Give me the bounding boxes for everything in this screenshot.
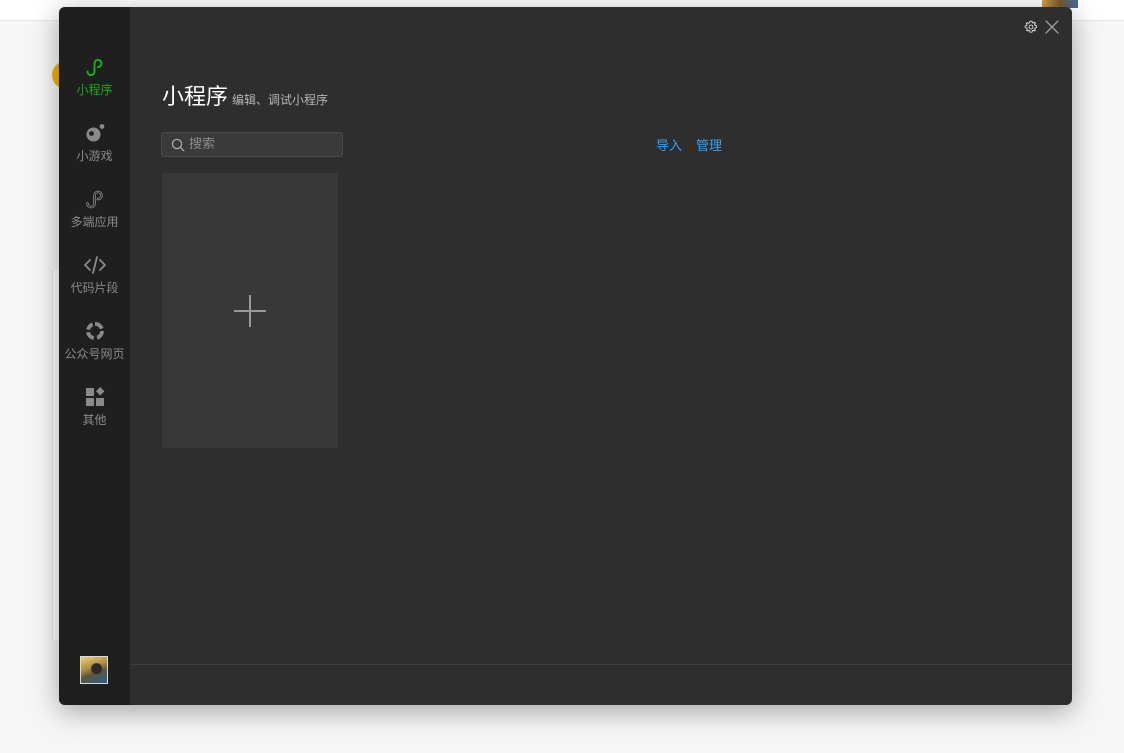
page-title: 小程序 [162, 85, 229, 110]
search-box [161, 132, 343, 157]
sidebar-item-mini-program[interactable]: 小程序 [59, 51, 130, 107]
sidebar-item-mini-game[interactable]: 小游戏 [59, 117, 130, 173]
sidebar-item-multi-platform[interactable]: 多端应用 [59, 183, 130, 239]
page-subtitle: 编辑、调试小程序 [232, 93, 329, 107]
sidebar-item-other[interactable]: 其他 [59, 381, 130, 437]
new-project-card[interactable] [162, 173, 338, 448]
avatar[interactable] [80, 656, 108, 684]
other-apps-icon [85, 386, 104, 406]
footer-divider [130, 664, 1072, 665]
sidebar-item-label: 小游戏 [76, 149, 113, 163]
official-account-icon [85, 322, 104, 340]
sidebar-item-official-account[interactable]: 公众号网页 [59, 315, 130, 371]
sidebar-item-label: 多端应用 [70, 215, 119, 229]
project-launcher-window: 小程序 小游戏 多端应用 代码片段 公众号网页 其他 小程序 编辑、调试小程序 … [59, 7, 1072, 705]
sidebar-item-code-snippet[interactable]: 代码片段 [59, 249, 130, 305]
sidebar-item-label: 其他 [82, 413, 107, 427]
sidebar-item-label: 小程序 [76, 83, 113, 97]
import-button[interactable]: 导入 [656, 135, 682, 154]
main-panel: 小程序 编辑、调试小程序 导入 管理 [130, 7, 1072, 705]
code-snippet-icon [83, 256, 106, 274]
search-input[interactable] [189, 137, 339, 152]
close-button[interactable] [1044, 19, 1060, 35]
mini-game-icon [86, 124, 104, 142]
sidebar-item-label: 公众号网页 [64, 347, 125, 361]
close-icon [1045, 20, 1059, 34]
mini-program-icon [86, 58, 103, 77]
page-header: 小程序 编辑、调试小程序 [162, 79, 328, 111]
settings-button[interactable] [1023, 19, 1039, 35]
sidebar: 小程序 小游戏 多端应用 代码片段 公众号网页 其他 [59, 7, 130, 705]
manage-button[interactable]: 管理 [696, 135, 722, 154]
plus-icon [234, 294, 266, 327]
search-icon [171, 138, 185, 151]
gear-icon [1024, 20, 1038, 33]
sidebar-item-label: 代码片段 [70, 281, 119, 295]
multi-platform-icon [85, 190, 103, 209]
